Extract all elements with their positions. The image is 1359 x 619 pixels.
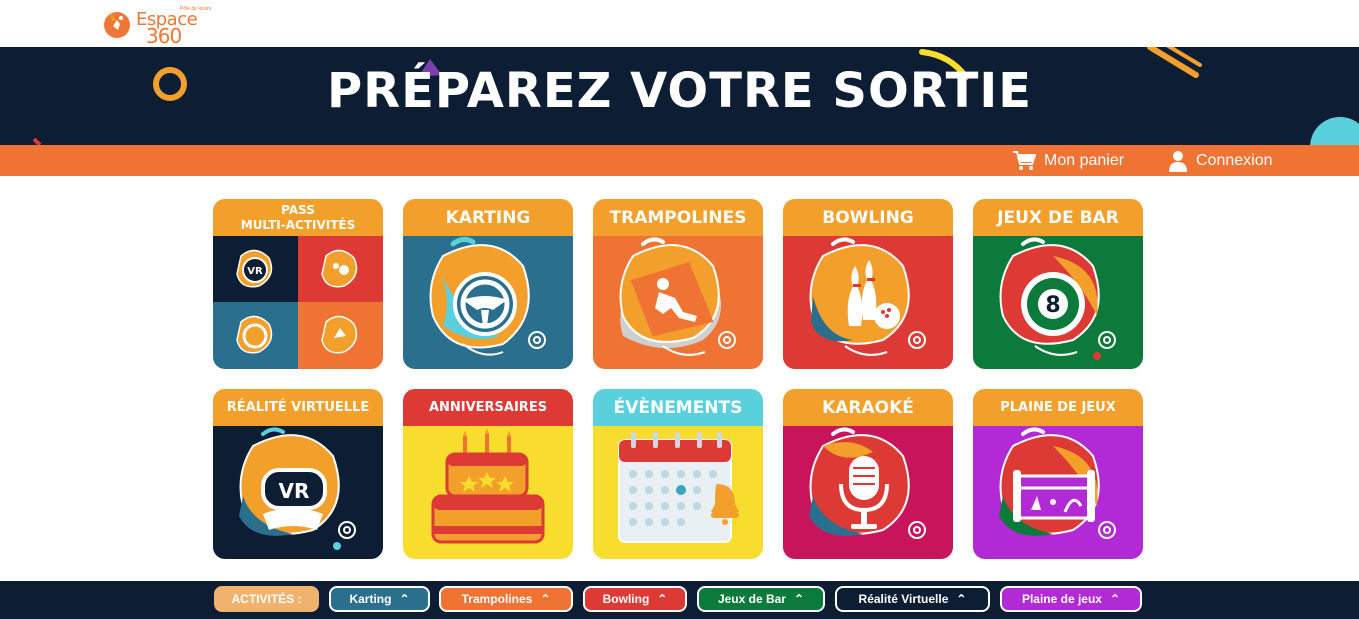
tile-karting[interactable]: KARTING — [403, 199, 573, 369]
pill-label: Jeux de Bar — [717, 592, 786, 606]
logo-number: 360 — [146, 24, 182, 48]
login-link[interactable]: Connexion — [1168, 149, 1273, 173]
tile-pass-multi-activites[interactable]: PASS MULTI-ACTIVITÉS VR — [213, 199, 383, 369]
tile-body: VR — [213, 426, 383, 559]
logo-mark-icon — [104, 12, 130, 38]
pill-trampolines[interactable]: Trampolines ⌃ — [439, 586, 573, 612]
pill-bowling[interactable]: Bowling ⌃ — [583, 586, 687, 612]
tile-body — [403, 426, 573, 559]
chevron-up-icon: ⌃ — [540, 592, 551, 606]
svg-text:VR: VR — [247, 266, 263, 277]
tile-title: BOWLING — [783, 199, 953, 236]
tile-body — [593, 426, 763, 559]
tile-body — [403, 236, 573, 369]
tile-karaoke[interactable]: KARAOKÉ — [783, 389, 953, 559]
user-icon — [1169, 151, 1187, 172]
birthday-cake-icon — [431, 428, 545, 544]
pill-label: Plaine de jeux — [1021, 592, 1102, 606]
chevron-up-icon: ⌃ — [657, 592, 668, 606]
tile-title: ANNIVERSAIRES — [403, 389, 573, 426]
page: Espace Pôle de loisirs 360 PRÉPAREZ VOTR… — [0, 0, 1359, 619]
tile-body — [783, 426, 953, 559]
login-label: Connexion — [1196, 152, 1273, 169]
cart-label: Mon panier — [1044, 152, 1125, 169]
microphone-icon — [809, 427, 926, 539]
steering-wheel-icon — [429, 236, 546, 356]
pill-karting[interactable]: Karting ⌃ — [329, 586, 430, 612]
pass-multi-icon: VR — [213, 236, 383, 369]
tile-anniversaires[interactable]: ANNIVERSAIRES — [403, 389, 573, 559]
cart-link[interactable]: Mon panier — [1012, 149, 1124, 173]
tile-title: TRAMPOLINES — [593, 199, 763, 236]
vr-label: VR — [279, 479, 310, 503]
calendar-icon — [618, 432, 739, 543]
espace360-logo[interactable]: Espace Pôle de loisirs 360 — [102, 4, 212, 48]
bowling-pins-icon — [809, 237, 926, 356]
tile-jeux-de-bar[interactable]: JEUX DE BAR 8 — [973, 199, 1143, 369]
pill-realite-virtuelle[interactable]: Réalité Virtuelle ⌃ — [835, 586, 990, 612]
pill-label: Bowling — [602, 592, 650, 606]
eight-ball-number: 8 — [1045, 293, 1060, 318]
tile-trampolines[interactable]: TRAMPOLINES — [593, 199, 763, 369]
tile-plaine-de-jeux[interactable]: PLAINE DE JEUX — [973, 389, 1143, 559]
tile-realite-virtuelle[interactable]: RÉALITÉ VIRTUELLE VR — [213, 389, 383, 559]
tile-body: 8 — [973, 236, 1143, 369]
chevron-up-icon: ⌃ — [399, 592, 410, 606]
top-bar: Espace Pôle de loisirs 360 — [0, 0, 1359, 48]
tile-title: JEUX DE BAR — [973, 199, 1143, 236]
pill-jeux-de-bar[interactable]: Jeux de Bar ⌃ — [697, 586, 825, 612]
tile-title: KARAOKÉ — [783, 389, 953, 426]
chevron-up-icon: ⌃ — [956, 592, 967, 606]
trampoline-jumper-icon — [619, 237, 736, 356]
tile-body — [973, 426, 1143, 559]
tile-body — [593, 236, 763, 369]
pill-label: Karting — [349, 592, 392, 606]
tile-title: RÉALITÉ VIRTUELLE — [213, 389, 383, 426]
tile-title-line1: PASS — [281, 202, 315, 217]
vr-headset-icon: VR — [239, 427, 356, 550]
tile-title: PASS MULTI-ACTIVITÉS — [213, 199, 383, 236]
pill-label: Trampolines — [461, 592, 533, 606]
logo-tagline: Pôle de loisirs — [180, 6, 212, 12]
hero-banner: PRÉPAREZ VOTRE SORTIE — [0, 47, 1359, 145]
page-title: PRÉPAREZ VOTRE SORTIE — [327, 63, 1032, 119]
tile-title: KARTING — [403, 199, 573, 236]
nav-bar: Mon panier Connexion — [0, 145, 1359, 176]
pill-plaine-de-jeux[interactable]: Plaine de jeux ⌃ — [1000, 586, 1142, 612]
pill-label: Réalité Virtuelle — [858, 592, 949, 606]
tile-bowling[interactable]: BOWLING — [783, 199, 953, 369]
chevron-up-icon: ⌃ — [793, 592, 805, 606]
tile-title-line2: MULTI-ACTIVITÉS — [240, 217, 356, 232]
eight-ball-icon: 8 — [999, 237, 1116, 360]
activities-bar: ACTIVITÉS : Karting ⌃ Trampolines ⌃ Bowlin… — [0, 581, 1359, 619]
tile-body — [783, 236, 953, 369]
cart-icon — [1013, 151, 1036, 170]
tile-title: PLAINE DE JEUX — [973, 389, 1143, 426]
activities-label: ACTIVITÉS : — [214, 586, 319, 612]
chevron-up-icon: ⌃ — [1109, 592, 1121, 606]
tile-evenements[interactable]: ÉVÈNEMENTS — [593, 389, 763, 559]
playground-icon — [999, 427, 1116, 539]
tile-title: ÉVÈNEMENTS — [593, 389, 763, 426]
